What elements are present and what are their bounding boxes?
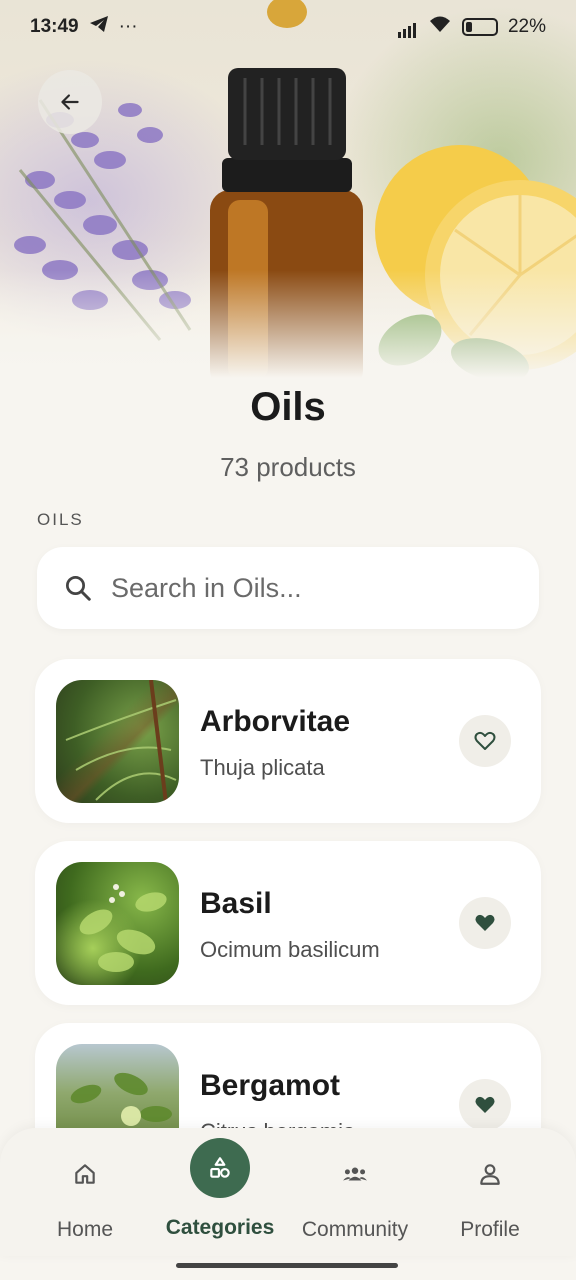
nav-item-categories[interactable]: Categories (152, 1128, 288, 1256)
status-bar: 13:49 ··· 22% (0, 0, 576, 54)
search-placeholder: Search in Oils... (111, 572, 302, 603)
nav-item-community[interactable]: Community (287, 1128, 423, 1256)
product-name: Basil (200, 887, 272, 920)
product-name: Arborvitae (200, 705, 351, 738)
profile-icon (470, 1154, 510, 1194)
battery-icon (461, 18, 498, 36)
list-item[interactable]: Arborvitae Thuja plicata (35, 659, 541, 823)
more-dots-icon: ··· (118, 16, 138, 37)
battery-level: 22% (507, 16, 546, 37)
nav-label: Categories (165, 1216, 275, 1239)
hero-image (0, 0, 576, 390)
telegram-icon (89, 15, 109, 39)
nav-item-profile[interactable]: Profile (422, 1128, 558, 1256)
signal-icon (397, 16, 418, 38)
favorite-button[interactable] (459, 1079, 511, 1131)
wifi-icon (428, 15, 452, 39)
nav-item-home[interactable]: Home (17, 1128, 153, 1256)
status-time: 13:49 (30, 16, 79, 37)
arrow-left-icon (61, 94, 79, 110)
favorite-button[interactable] (459, 715, 511, 767)
heart-filled-icon (475, 1096, 495, 1113)
product-latin-name: Ocimum basilicum (200, 937, 380, 962)
home-indicator[interactable] (176, 1263, 398, 1268)
section-label: OILS (37, 510, 84, 529)
favorite-button[interactable] (459, 897, 511, 949)
product-list: Arborvitae Thuja plicata Basil Ocimum ba… (35, 659, 541, 1205)
list-item[interactable]: Basil Ocimum basilicum (35, 841, 541, 1005)
community-icon (335, 1154, 375, 1194)
heart-outline-icon (474, 731, 496, 750)
nav-label: Community (301, 1218, 409, 1241)
heart-filled-icon (475, 914, 495, 931)
product-name: Bergamot (200, 1069, 341, 1102)
title-block: Oils 73 products (0, 385, 576, 483)
categories-icon (190, 1138, 250, 1198)
nav-label: Home (56, 1218, 114, 1241)
product-count: 73 products (220, 452, 356, 482)
bottom-navigation: Home Categories Community Profile (0, 1128, 576, 1256)
product-thumbnail (56, 862, 179, 985)
product-latin-name: Thuja plicata (200, 755, 325, 780)
home-icon (65, 1154, 105, 1194)
nav-label: Profile (460, 1218, 520, 1241)
page-title: Oils (250, 385, 326, 429)
product-thumbnail (56, 680, 179, 803)
search-input[interactable]: Search in Oils... (37, 547, 539, 629)
search-icon (66, 576, 91, 601)
back-button[interactable] (38, 70, 102, 134)
